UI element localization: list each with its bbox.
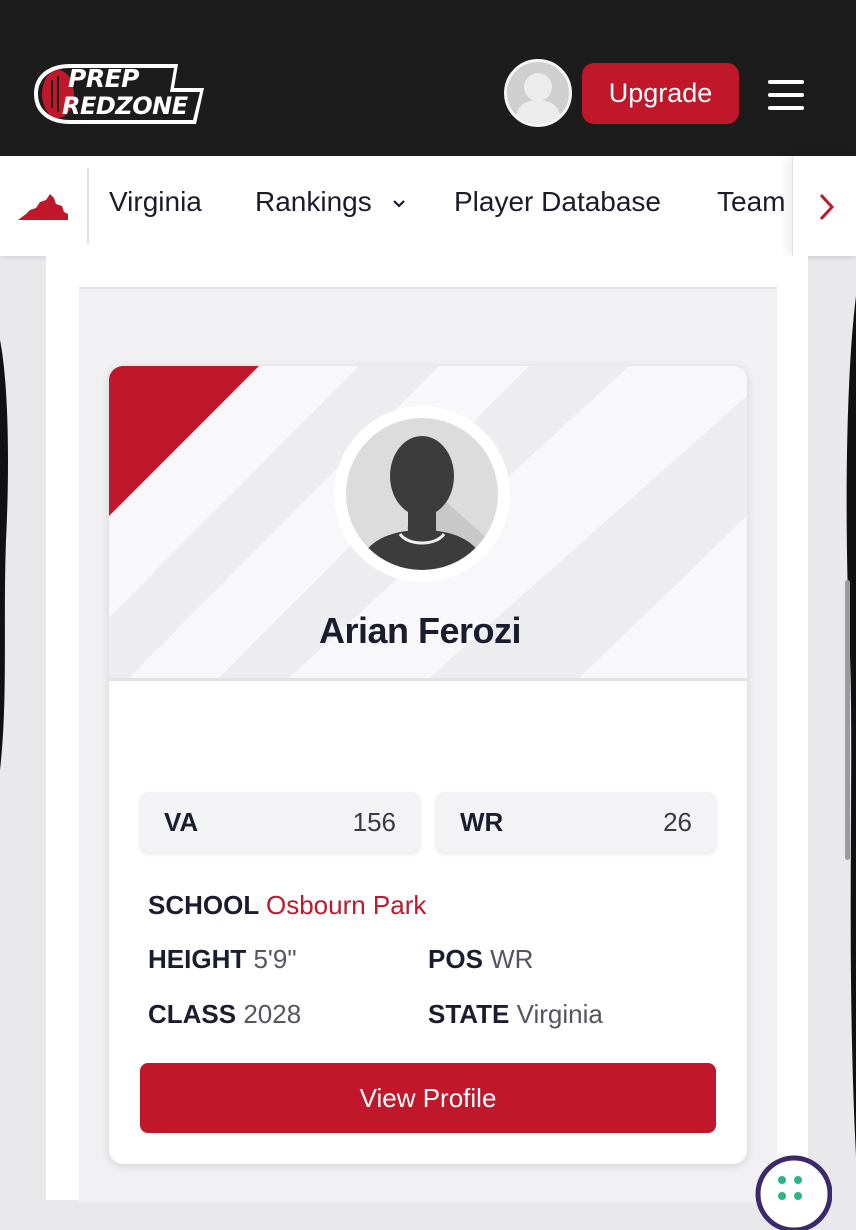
nav-scroll-right-button[interactable] <box>792 156 856 256</box>
player-silhouette-icon <box>358 436 498 570</box>
virginia-state-icon[interactable] <box>16 192 70 222</box>
player-name: Arian Ferozi <box>318 610 522 651</box>
position-rank-box: WR 26 <box>436 792 716 852</box>
nav-item-team[interactable]: Team <box>717 186 785 218</box>
position-label: POS <box>428 944 491 974</box>
player-card: Arian Ferozi VA 156 WR 26 SCHOOL Osbourn… <box>109 366 747 1164</box>
state-rank-value: 156 <box>352 806 396 837</box>
player-photo[interactable] <box>334 406 510 582</box>
logo-text-redzone: REDZONE <box>62 92 188 120</box>
player-card-header: Arian Ferozi <box>109 366 747 681</box>
position-rank-label: WR <box>460 806 504 837</box>
nav-item-player-database[interactable]: Player Database <box>454 186 661 218</box>
state-label: STATE <box>428 999 517 1029</box>
upgrade-button[interactable]: Upgrade <box>582 63 739 124</box>
state-rank-box: VA 156 <box>140 792 420 852</box>
state-rank-label: VA <box>164 806 199 837</box>
class-value: 2028 <box>243 999 302 1029</box>
school-label: SCHOOL <box>148 890 266 920</box>
position-row: POS WR <box>428 944 533 975</box>
height-label: HEIGHT <box>148 944 254 974</box>
school-row: SCHOOL Osbourn Park <box>148 890 426 921</box>
page-edge-left <box>0 340 8 770</box>
view-profile-button[interactable]: View Profile <box>140 1063 716 1133</box>
class-label: CLASS <box>148 999 244 1029</box>
position-value: WR <box>490 944 534 974</box>
nav-item-rankings-label: Rankings <box>255 186 372 217</box>
nav-item-rankings[interactable]: Rankings <box>255 186 406 218</box>
user-avatar[interactable] <box>504 59 572 127</box>
height-row: HEIGHT 5'9" <box>148 944 297 975</box>
state-row: STATE Virginia <box>428 999 603 1030</box>
prep-redzone-logo[interactable]: PREP REDZONE <box>28 62 206 126</box>
hamburger-menu-icon[interactable] <box>768 80 804 110</box>
position-rank-value: 26 <box>663 806 692 837</box>
nav-divider <box>87 168 89 244</box>
state-value: Virginia <box>516 999 603 1029</box>
chevron-right-icon <box>819 193 835 221</box>
scrollbar-thumb[interactable] <box>845 580 850 860</box>
logo-text-prep: PREP <box>68 64 139 93</box>
height-value: 5'9" <box>253 944 297 974</box>
user-silhouette-icon <box>515 73 561 124</box>
nav-item-virginia[interactable]: Virginia <box>109 186 202 218</box>
school-link[interactable]: Osbourn Park <box>266 890 426 920</box>
cookie-settings-icon[interactable] <box>752 1150 832 1230</box>
class-row: CLASS 2028 <box>148 999 301 1030</box>
chevron-down-icon <box>392 199 405 208</box>
